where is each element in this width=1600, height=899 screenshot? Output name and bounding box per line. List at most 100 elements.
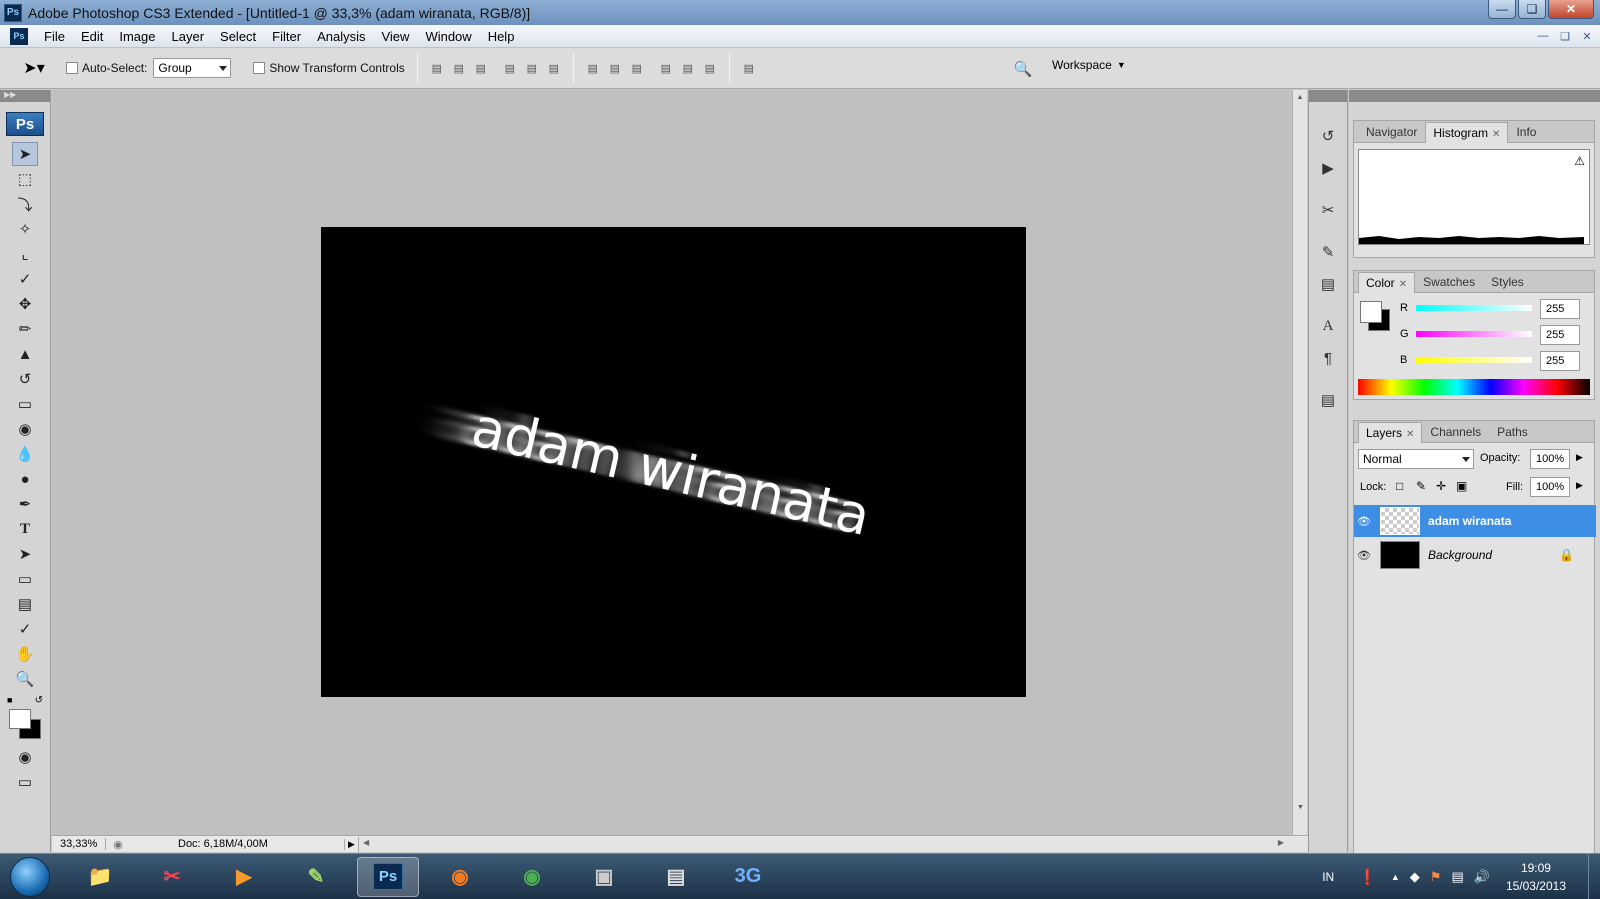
opacity-slider-arrow-icon[interactable]: ▶ [1576,452,1583,463]
flag-icon[interactable]: ⚑ [1430,869,1442,885]
align-hcenter-icon[interactable]: ▤ [524,60,540,76]
doc-minimize-icon[interactable]: — [1534,28,1552,44]
menu-help[interactable]: Help [480,29,523,44]
paragraph-panel-icon[interactable]: ¶ [1314,346,1342,370]
doc-restore-icon[interactable]: ❑ [1556,28,1574,44]
tab-histogram[interactable]: Histogram ✕ [1425,122,1509,143]
lock-pixels-icon[interactable]: ✎ [1416,479,1426,493]
start-button[interactable] [10,856,50,897]
channel-b-value[interactable]: 255 [1540,351,1580,371]
minimize-icon[interactable]: — [1488,0,1516,19]
distribute-top-icon[interactable]: ▤ [585,60,601,76]
screen-mode-icon[interactable]: ▭ [12,770,38,794]
show-hidden-icons[interactable]: ▲ [1391,872,1400,882]
menu-select[interactable]: Select [212,29,264,44]
path-selection-tool-icon[interactable]: ➤ [12,542,38,566]
app-green-icon[interactable]: ✎ [285,857,347,897]
horizontal-scrollbar[interactable]: ◀ ▶ [358,836,1308,852]
menu-view[interactable]: View [373,29,417,44]
tab-layers[interactable]: Layers ✕ [1358,422,1423,443]
align-right-icon[interactable]: ▤ [546,60,562,76]
chrome-icon[interactable]: ◉ [501,857,563,897]
visibility-eye-icon[interactable]: 👁 [1354,515,1374,528]
tab-styles[interactable]: Styles [1483,271,1532,292]
clone-source-panel-icon[interactable]: ▤ [1314,272,1342,296]
file-browser-icon[interactable]: 🔍 [1010,58,1036,80]
distribute-right-icon[interactable]: ▤ [702,60,718,76]
brushes-panel-icon[interactable]: ✎ [1314,240,1342,264]
slice-tool-icon[interactable]: ✓ [12,267,38,291]
scroll-right-icon[interactable]: ▶ [1278,838,1284,847]
clock[interactable]: 19:09 15/03/2013 [1506,859,1566,895]
history-brush-tool-icon[interactable]: ↺ [12,367,38,391]
status-menu-arrow-icon[interactable]: ▶ [344,838,358,850]
scroll-up-icon[interactable]: ▲ [1293,94,1307,101]
channel-r-value[interactable]: 255 [1540,299,1580,319]
explorer-icon[interactable]: 📁 [69,857,131,897]
auto-align-layers-icon[interactable]: ▤ [741,60,757,76]
marquee-tool-icon[interactable]: ⬚ [12,167,38,191]
align-vcenter-icon[interactable]: ▤ [451,60,467,76]
healing-brush-tool-icon[interactable]: ✥ [12,292,38,316]
doc-close-icon[interactable]: ✕ [1578,28,1596,44]
channel-g-slider[interactable] [1416,331,1532,337]
volume-icon[interactable]: 🔊 [1474,869,1490,885]
zoom-level[interactable]: 33,33% [52,838,106,850]
lock-all-icon[interactable]: ▣ [1456,479,1467,493]
layer-name[interactable]: Background [1428,548,1492,562]
eyedropper-tool-icon[interactable]: ✓ [12,617,38,641]
distribute-vcenter-icon[interactable]: ▤ [607,60,623,76]
quick-mask-icon[interactable]: ◉ [12,745,38,769]
alert-icon[interactable]: ❗ [1358,868,1377,886]
distribute-bottom-icon[interactable]: ▤ [629,60,645,76]
pen-tool-icon[interactable]: ✒ [12,492,38,516]
menu-window[interactable]: Window [417,29,479,44]
vertical-scrollbar[interactable]: ▲ ▼ [1292,90,1307,835]
media-player-icon[interactable]: ▶ [213,857,275,897]
canvas[interactable]: adam wiranata adam wiranata adam wiranat… [321,227,1026,697]
close-icon[interactable]: ✕ [1492,129,1500,140]
layer-row-adam-wiranata[interactable]: 👁 adam wiranata [1354,505,1596,537]
warning-icon[interactable]: ⚠ [1574,154,1585,168]
antivirus-icon[interactable]: ◆ [1410,869,1420,885]
lock-position-icon[interactable]: ✛ [1436,479,1446,493]
tab-info[interactable]: Info [1508,121,1544,142]
modem-3g-button[interactable]: 3G [717,857,779,897]
tab-paths[interactable]: Paths [1489,421,1536,442]
opacity-value[interactable]: 100% [1530,449,1570,469]
status-info-icon[interactable]: ◉ [106,838,130,851]
clone-stamp-tool-icon[interactable]: ▲ [12,342,38,366]
menu-filter[interactable]: Filter [264,29,309,44]
align-left-icon[interactable]: ▤ [502,60,518,76]
language-indicator[interactable]: IN [1322,870,1334,884]
brush-tool-icon[interactable]: ✏ [12,317,38,341]
tool-presets-panel-icon[interactable]: ✂ [1314,198,1342,222]
auto-select-checkbox[interactable] [66,62,78,74]
history-panel-icon[interactable]: ↺ [1314,124,1342,148]
default-colors-icon[interactable]: ■ [7,695,17,705]
blur-tool-icon[interactable]: 💧 [12,442,38,466]
layer-name[interactable]: adam wiranata [1428,514,1511,528]
fill-slider-arrow-icon[interactable]: ▶ [1576,480,1583,491]
lasso-tool-icon[interactable]: ⤵ [12,192,38,216]
move-tool-preset-icon[interactable]: ➤▾ [14,58,54,78]
zoom-tool-icon[interactable]: 🔍 [12,667,38,691]
close-icon[interactable]: ✕ [1399,279,1407,290]
auto-select-dropdown[interactable]: Group [153,58,232,78]
firefox-icon[interactable]: ◉ [429,857,491,897]
rectangle-tool-icon[interactable]: ▭ [12,567,38,591]
hand-tool-icon[interactable]: ✋ [12,642,38,666]
close-icon[interactable]: ✕ [1406,429,1414,440]
scroll-down-icon[interactable]: ▼ [1293,804,1308,811]
menu-analysis[interactable]: Analysis [309,29,373,44]
menu-image[interactable]: Image [111,29,163,44]
show-transform-checkbox[interactable] [253,62,266,74]
tab-swatches[interactable]: Swatches [1415,271,1483,292]
blend-mode-dropdown[interactable]: Normal [1358,449,1474,469]
color-fg-swatch[interactable] [1360,301,1382,323]
workspace-button[interactable]: Workspace ▼ [1052,58,1126,72]
menu-edit[interactable]: Edit [73,29,111,44]
actions-panel-icon[interactable]: ▶ [1314,156,1342,180]
layer-row-background[interactable]: 👁 Background 🔒 [1354,539,1596,571]
tab-color[interactable]: Color ✕ [1358,272,1416,293]
